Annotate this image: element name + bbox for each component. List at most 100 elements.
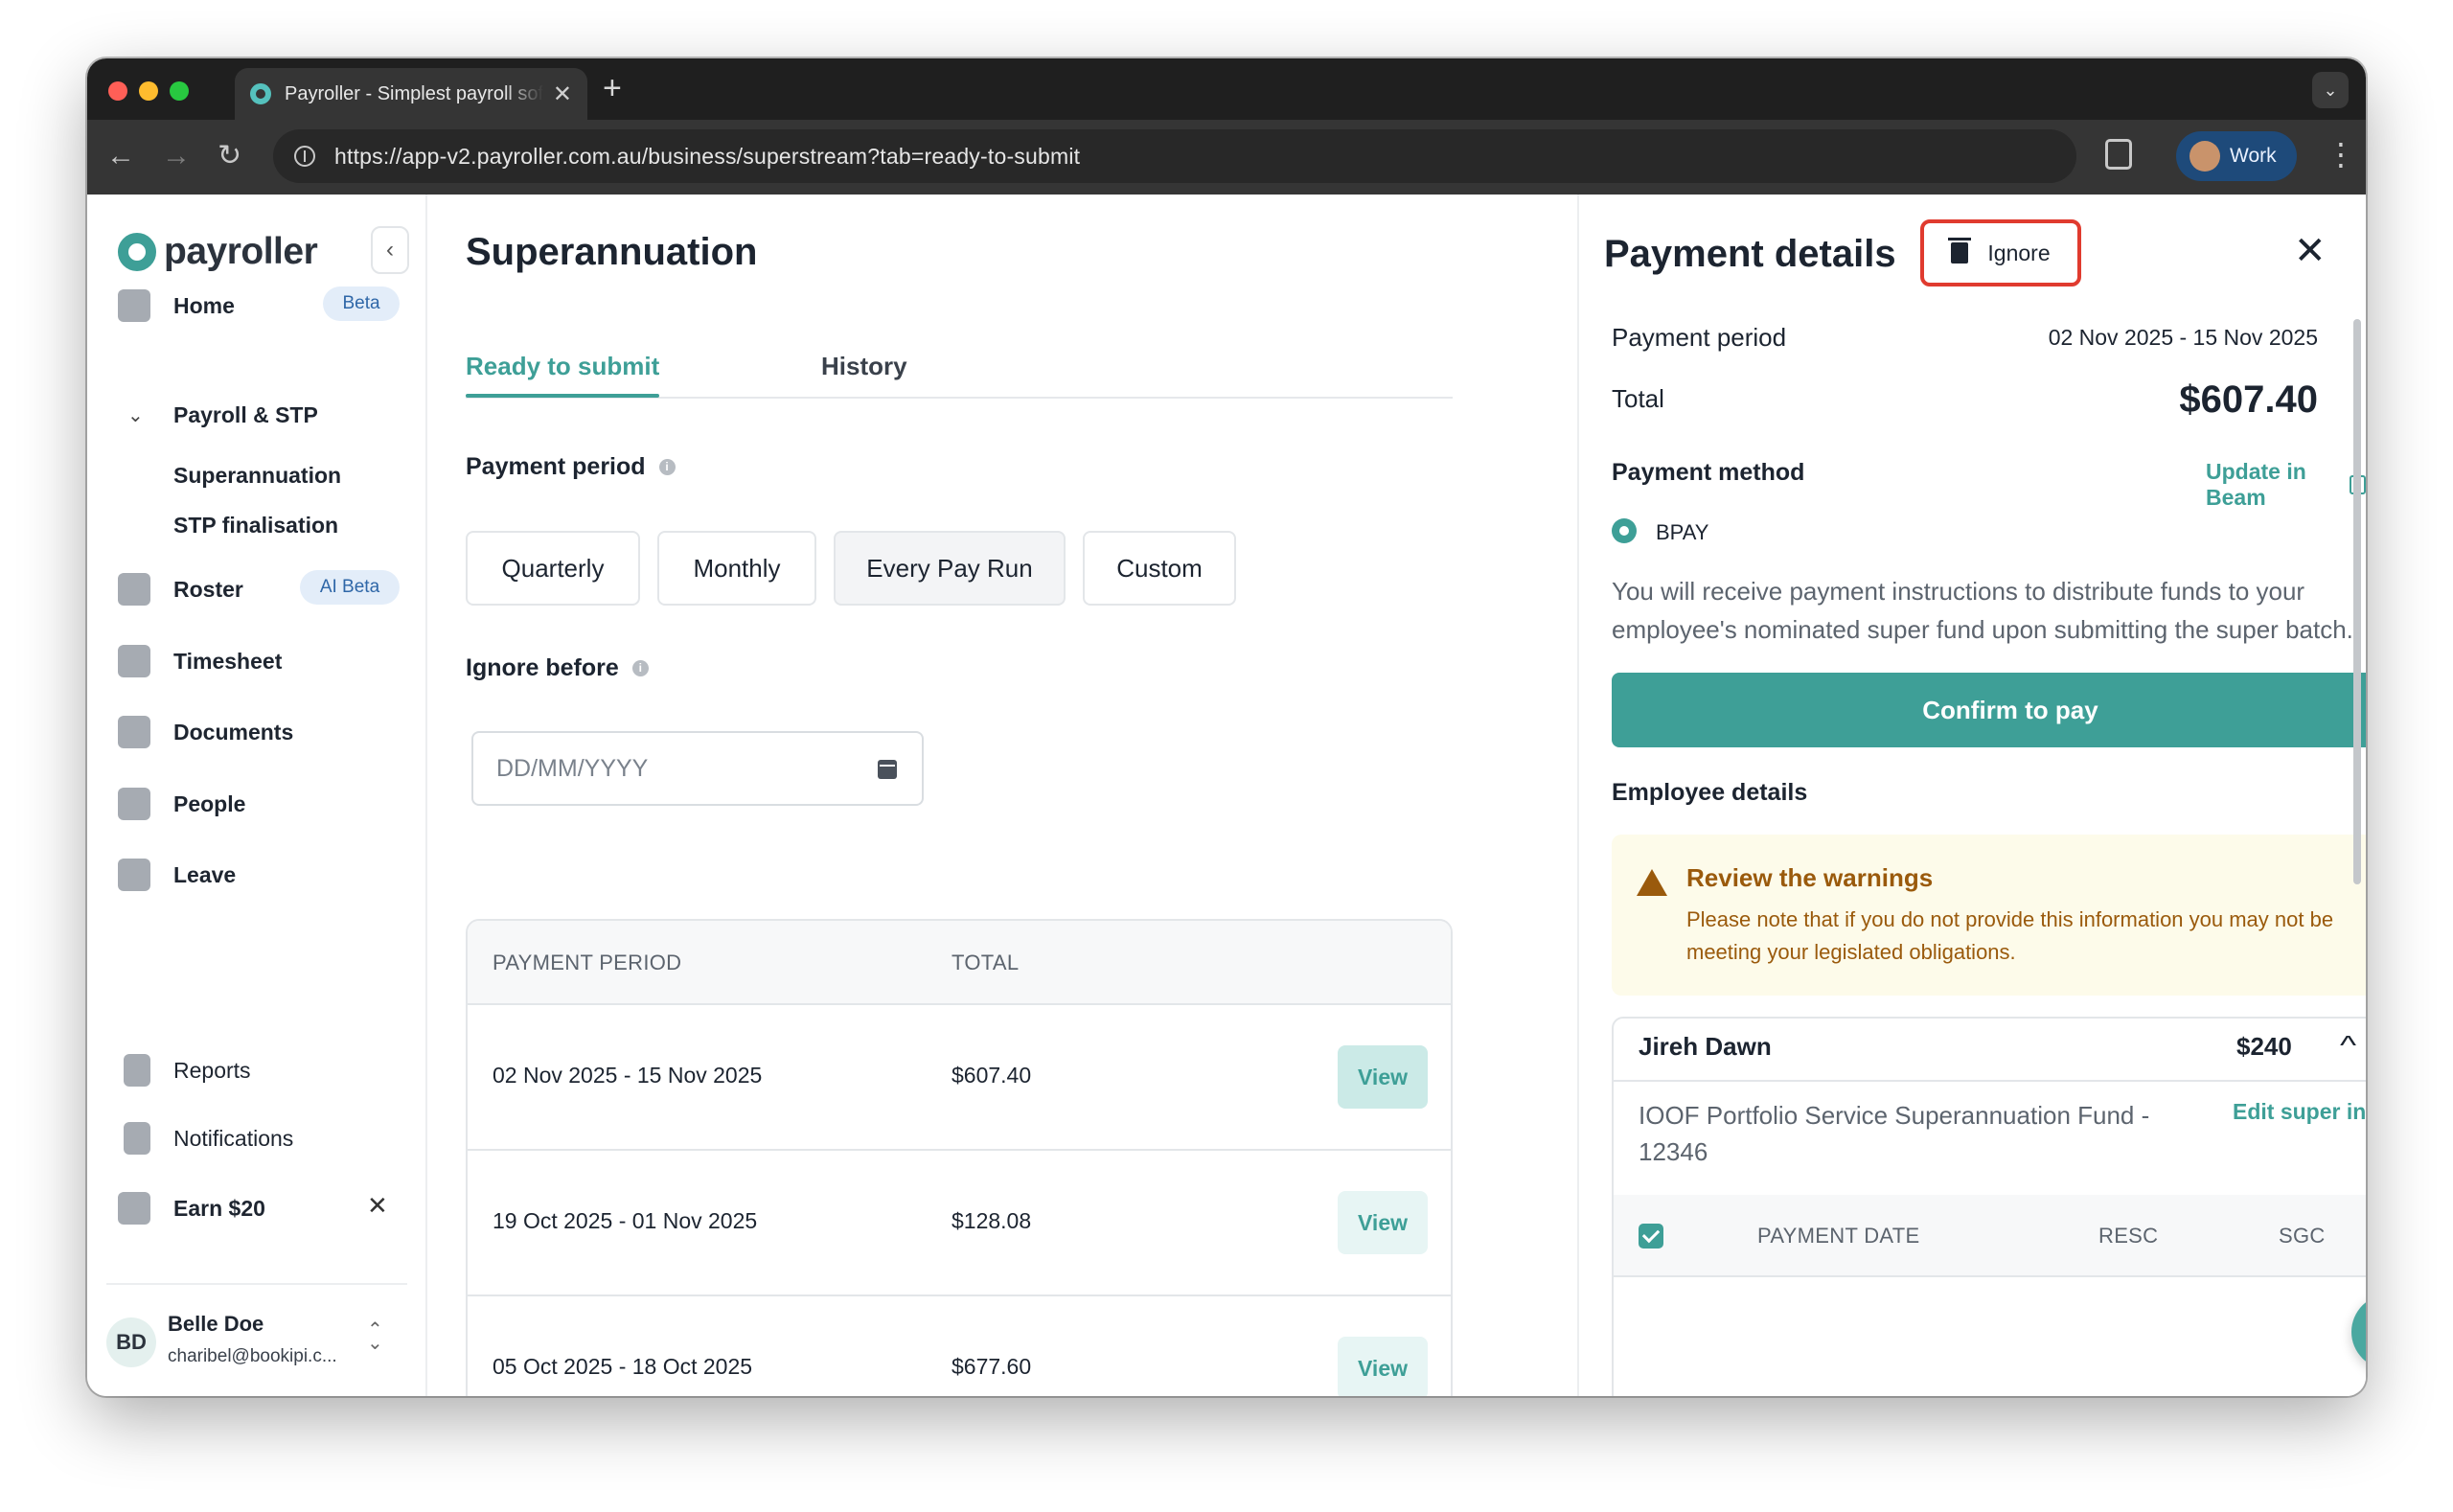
logo-mark-icon [118,233,156,271]
bpay-label: BPAY [1656,520,1709,544]
address-bar[interactable]: https://app-v2.payroller.com.au/business… [273,129,2076,183]
trash-icon [1948,238,1972,263]
sidebar-item-label: Documents [173,719,294,745]
browser-tab[interactable]: Payroller - Simplest payroll software ✕ [235,68,587,120]
sidebar-item-documents[interactable]: Documents [118,711,293,753]
sidebar-item-label: Home [173,292,235,318]
table-row[interactable]: 19 Oct 2025 - 01 Nov 2025 $128.08 View [468,1151,1451,1296]
close-icon[interactable]: ✕ [2294,229,2327,273]
sidebar-item-leave[interactable]: Leave [118,854,236,896]
total-label: Total [1612,384,1664,413]
chevron-up-icon[interactable]: ^ [2340,1030,2356,1061]
user-name: Belle Doe [168,1312,264,1336]
page-title: Superannuation [466,231,758,273]
view-button[interactable]: View [1338,1191,1428,1254]
card-divider [1614,1080,2366,1082]
sidebar-item-stp-finalisation[interactable]: STP finalisation [173,513,338,538]
user-email: charibel@bookipi.c... [168,1346,337,1366]
column-header-total: TOTAL [951,951,1020,974]
sidebar-item-payroll-stp[interactable]: Payroll & STP [173,394,318,436]
table-row[interactable]: 02 Nov 2025 - 15 Nov 2025 $607.40 View [468,1005,1451,1151]
payment-period-label-text: Payment period [466,453,646,480]
beta-badge: Beta [323,286,400,321]
sidebar: payroller ‹ Home Beta ⌄ Payroll & STP Su… [87,195,427,1396]
ai-beta-badge: AI Beta [300,570,400,605]
period-every-pay-run-button[interactable]: Every Pay Run [834,531,1066,606]
ignore-before-label-text: Ignore before [466,654,619,681]
sidebar-item-roster[interactable]: Roster [118,568,243,610]
account-switcher-icon[interactable]: ⌃ ⌄ [367,1320,383,1353]
tab-history[interactable]: History [821,352,907,381]
people-icon [118,788,150,820]
calendar-icon[interactable] [878,760,897,779]
new-tab-icon[interactable]: + [603,70,622,107]
panel-scrollbar[interactable] [2353,319,2361,884]
panel-title: Payment details [1604,233,1896,275]
payroller-favicon-icon [250,83,271,104]
view-button[interactable]: View [1338,1045,1428,1109]
user-avatar[interactable]: BD [106,1317,156,1367]
browser-tab-strip: Payroller - Simplest payroll software ✕ … [87,58,2366,120]
row-period: 19 Oct 2025 - 01 Nov 2025 [493,1208,758,1233]
tab-search-icon[interactable]: ⌄ [2312,72,2349,108]
profile-label: Work [2230,145,2277,167]
gift-icon [118,1192,150,1225]
table-header: PAYMENT PERIOD TOTAL [468,921,1451,1005]
reload-icon[interactable]: ↻ [218,137,241,175]
sidebar-item-timesheet[interactable]: Timesheet [118,640,282,682]
period-monthly-button[interactable]: Monthly [657,531,816,606]
payment-period-label: Payment period i [466,453,676,481]
sidebar-item-people[interactable]: People [118,783,245,825]
browser-window: Payroller - Simplest payroll software ✕ … [87,58,2366,1396]
update-in-beam-link[interactable]: Update in Beam [2206,459,2366,511]
browser-menu-icon[interactable]: ⋮ [2326,135,2356,173]
select-all-checkbox[interactable] [1639,1224,1663,1249]
sidebar-item-label: Earn $20 [173,1195,265,1221]
table-row[interactable]: 05 Oct 2025 - 18 Oct 2025 $677.60 View [468,1296,1451,1396]
extensions-icon[interactable] [2105,139,2132,170]
ignore-before-label: Ignore before i [466,654,649,682]
row-period: 05 Oct 2025 - 18 Oct 2025 [493,1354,753,1379]
active-tab-indicator [466,394,659,398]
close-tab-icon[interactable]: ✕ [553,80,572,108]
payment-method-label: Payment method [1612,459,1805,486]
row-total: $128.08 [951,1208,1032,1233]
payment-period-label: Payment period [1612,323,1787,352]
collapse-sidebar-button[interactable]: ‹ [371,226,409,274]
payroller-logo[interactable]: payroller [118,231,318,273]
minimize-window-button[interactable] [139,81,158,101]
sidebar-item-label: Notifications [173,1125,294,1151]
employee-card: Jireh Dawn $240 ^ IOOF Portfolio Service… [1612,1017,2366,1396]
sidebar-item-superannuation[interactable]: Superannuation [173,463,341,489]
employee-payments-header: PAYMENT DATE RESC SGC [1614,1195,2366,1277]
sidebar-item-notifications[interactable]: Notifications [124,1117,293,1159]
date-placeholder: DD/MM/YYYY [496,754,649,782]
sidebar-item-earn[interactable]: Earn $20 [118,1187,265,1229]
view-button[interactable]: View [1338,1337,1428,1396]
dismiss-earn-icon[interactable]: ✕ [367,1191,388,1221]
site-info-icon[interactable] [294,146,315,167]
bpay-radio[interactable] [1612,518,1637,543]
back-icon[interactable]: ← [106,137,135,175]
chevron-down-icon[interactable]: ⌄ [127,403,144,427]
period-quarterly-button[interactable]: Quarterly [466,531,640,606]
confirm-to-pay-button[interactable]: Confirm to pay [1612,673,2366,747]
info-icon[interactable]: i [631,660,649,676]
edit-super-info-link[interactable]: Edit super info [2233,1099,2366,1125]
payment-details-panel: Payment details Ignore ✕ Payment period … [1577,195,2366,1396]
period-custom-button[interactable]: Custom [1083,531,1236,606]
tab-ready-to-submit[interactable]: Ready to submit [466,352,659,381]
sidebar-item-home[interactable]: Home [118,285,235,327]
profile-button[interactable]: Work [2176,131,2297,181]
bell-icon [124,1122,150,1155]
zoom-window-button[interactable] [170,81,189,101]
info-icon[interactable]: i [658,459,676,475]
ignore-before-date-input[interactable]: DD/MM/YYYY [471,731,924,806]
sidebar-item-reports[interactable]: Reports [124,1049,251,1091]
close-window-button[interactable] [108,81,127,101]
ignore-button[interactable]: Ignore [1920,219,2081,286]
row-total: $607.40 [951,1063,1032,1088]
ignore-button-label: Ignore [1987,240,2051,265]
forward-icon[interactable]: → [162,137,191,175]
logo-text: payroller [164,231,318,272]
